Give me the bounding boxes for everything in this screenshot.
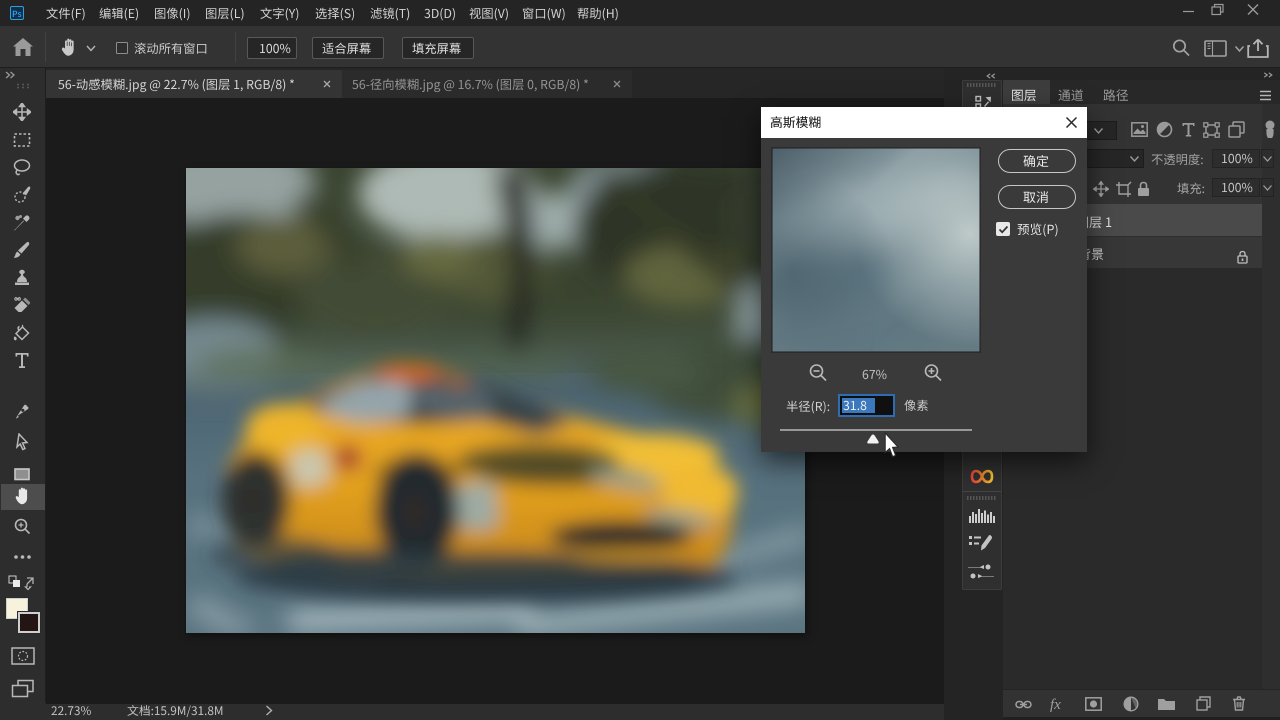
svg-text:fx: fx xyxy=(1050,697,1061,712)
